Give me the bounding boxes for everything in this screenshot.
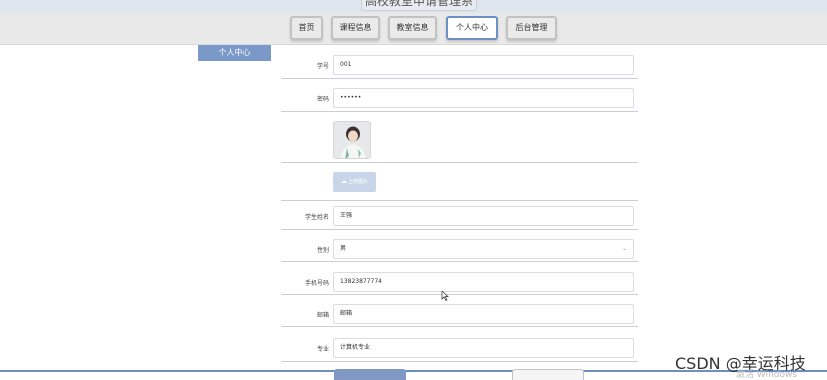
password-input[interactable]: •••••• — [333, 88, 634, 108]
upload-button-label: 上传图片 — [347, 179, 368, 185]
windows-activation-watermark: 激活 Windows — [736, 370, 798, 380]
avatar-image — [333, 121, 371, 159]
form-row-gender: 性别 男 ⌄ — [281, 232, 638, 262]
form-row-major: 专业 计算机专业 — [281, 330, 638, 362]
major-label: 专业 — [316, 346, 329, 353]
chevron-down-icon: ⌄ — [621, 245, 627, 252]
form-row-upload: ☁上传图片 — [281, 163, 638, 201]
form-row-email: 邮箱 邮箱 — [281, 297, 638, 327]
major-input[interactable]: 计算机专业 — [333, 338, 634, 358]
gender-select-value: 男 — [340, 245, 347, 252]
cloud-upload-icon: ☁ — [340, 178, 347, 185]
avatar-photo — [334, 122, 370, 158]
site-title: 高校教室申请管理系统 — [361, 0, 477, 11]
email-label: 邮箱 — [316, 312, 329, 319]
phone-input[interactable]: 13823877774 — [333, 272, 634, 292]
password-label: 密码 — [316, 96, 329, 103]
logout-button[interactable] — [512, 369, 584, 380]
nav-classrooms[interactable]: 教室信息 — [388, 16, 437, 40]
name-input[interactable]: 王强 — [333, 206, 634, 226]
update-info-button[interactable] — [334, 369, 406, 380]
nav-home[interactable]: 首页 — [290, 16, 323, 40]
student-id-input[interactable]: 001 — [333, 55, 634, 75]
form-row-name: 学生姓名 王强 — [281, 200, 638, 230]
gender-label: 性别 — [316, 247, 329, 254]
student-id-label: 学号 — [316, 63, 329, 70]
form-row-phone: 手机号码 13823877774 — [281, 265, 638, 295]
nav-admin[interactable]: 后台管理 — [506, 16, 557, 40]
form-row-avatar — [281, 114, 638, 163]
title-strip: 高校教室申请管理系统 — [0, 0, 827, 13]
phone-label: 手机号码 — [304, 280, 329, 287]
nav-personal-center[interactable]: 个人中心 — [446, 16, 498, 40]
sidebar-tab-personal-center[interactable]: 个人中心 — [198, 45, 271, 61]
upload-image-button[interactable]: ☁上传图片 — [333, 172, 376, 192]
email-input[interactable]: 邮箱 — [333, 304, 634, 324]
form-row-student-id: 学号 001 — [281, 52, 638, 79]
form-row-password: 密码 •••••• — [281, 85, 638, 112]
gender-select[interactable]: 男 ⌄ — [333, 239, 634, 259]
top-navbar: 首页 课程信息 教室信息 个人中心 后台管理 — [0, 13, 827, 45]
nav-courses[interactable]: 课程信息 — [331, 16, 380, 40]
mouse-cursor-icon — [441, 291, 449, 301]
name-label: 学生姓名 — [304, 214, 329, 221]
